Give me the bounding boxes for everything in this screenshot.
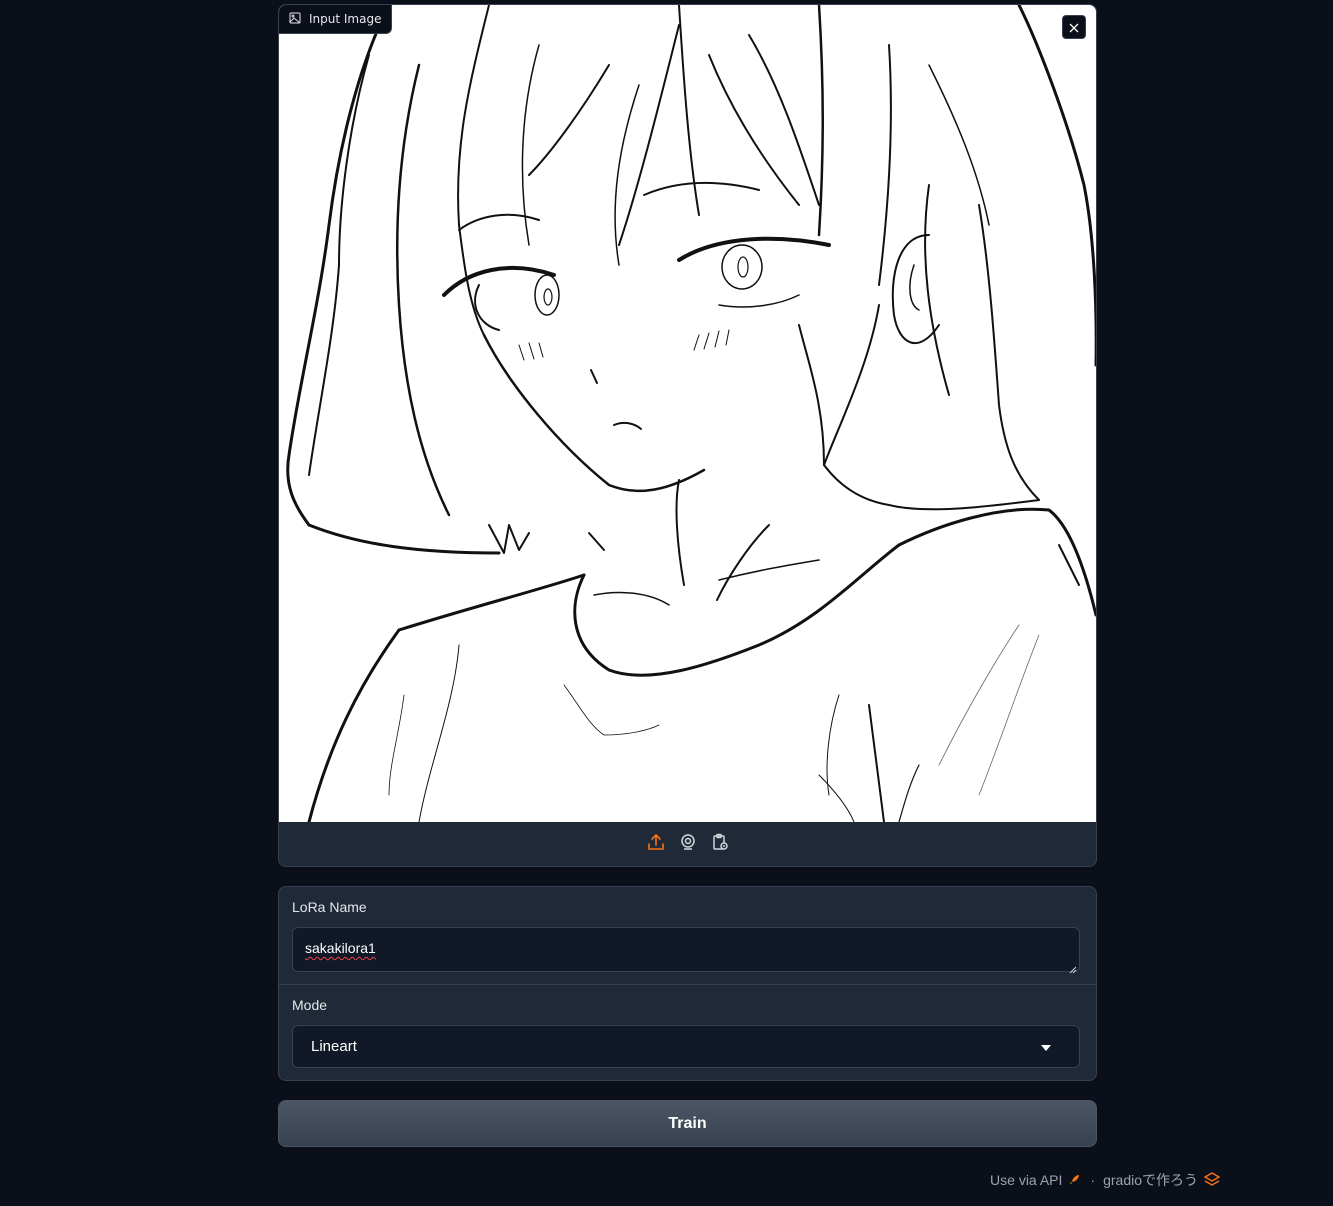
footer-separator: · bbox=[1090, 1172, 1096, 1188]
clipboard-icon bbox=[711, 833, 729, 855]
main-container: Input Image LoRa Name sakakilora1 Mode L… bbox=[278, 4, 1097, 1147]
clear-image-button[interactable] bbox=[1062, 15, 1086, 39]
close-icon bbox=[1069, 18, 1079, 37]
chevron-down-icon bbox=[1041, 1045, 1051, 1051]
built-with-gradio-link[interactable]: gradioで作ろう bbox=[1103, 1170, 1220, 1190]
lora-name-label: LoRa Name bbox=[292, 899, 367, 915]
gradio-logo-icon bbox=[1204, 1171, 1220, 1189]
lora-name-input[interactable]: sakakilora1 bbox=[292, 927, 1080, 974]
image-input-component: Input Image bbox=[278, 4, 1097, 867]
mode-label: Mode bbox=[292, 997, 328, 1013]
mode-dropdown[interactable]: Lineart bbox=[292, 1025, 1080, 1068]
footer: Use via API · gradioで作ろう bbox=[990, 1170, 1220, 1190]
lora-name-value: sakakilora1 bbox=[305, 940, 376, 956]
use-via-api-text: Use via API bbox=[990, 1172, 1063, 1188]
upload-button[interactable] bbox=[645, 833, 667, 855]
image-label-text: Input Image bbox=[309, 12, 382, 26]
webcam-icon bbox=[679, 833, 697, 855]
mode-field: Mode Lineart bbox=[279, 984, 1096, 1080]
mode-selected-value: Lineart bbox=[311, 1038, 357, 1055]
lora-name-field: LoRa Name sakakilora1 bbox=[279, 887, 1096, 984]
rocket-icon bbox=[1068, 1172, 1082, 1189]
paste-clipboard-button[interactable] bbox=[709, 833, 731, 855]
uploaded-image[interactable] bbox=[279, 5, 1096, 824]
image-icon bbox=[289, 12, 301, 27]
built-with-gradio-text: gradioで作ろう bbox=[1103, 1172, 1198, 1188]
use-via-api-link[interactable]: Use via API bbox=[990, 1172, 1082, 1189]
settings-form: LoRa Name sakakilora1 Mode Lineart bbox=[278, 886, 1097, 1081]
image-source-toolbar bbox=[279, 822, 1096, 866]
upload-icon bbox=[647, 833, 665, 855]
train-button[interactable]: Train bbox=[278, 1100, 1097, 1147]
resize-handle-icon[interactable] bbox=[1069, 961, 1077, 974]
webcam-button[interactable] bbox=[677, 833, 699, 855]
image-label-tab: Input Image bbox=[279, 5, 393, 34]
